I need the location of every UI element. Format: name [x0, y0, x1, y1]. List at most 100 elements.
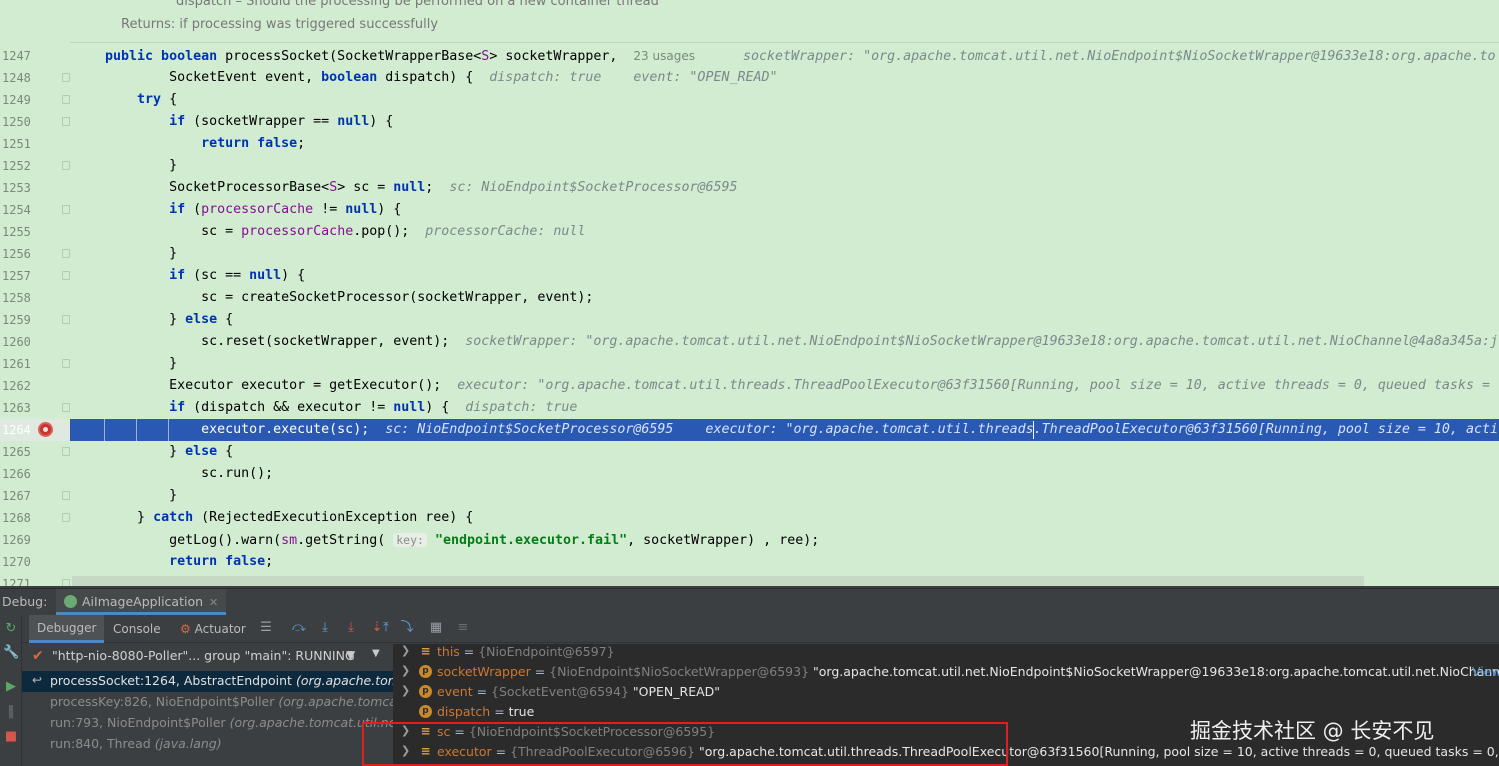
show-execution-point-icon[interactable]: ⤼	[291, 620, 307, 636]
code-line[interactable]: 1269 getLog().warn(sm.getString( key: "e…	[0, 529, 1499, 551]
line-number: 1260	[2, 335, 31, 349]
step-into-icon[interactable]: ⤓	[343, 620, 359, 636]
code-line[interactable]: 1260 sc.reset(socketWrapper, event); soc…	[0, 331, 1499, 353]
debug-actions-rail: ↻ 🔧 ▶ ‖ ■	[0, 615, 22, 766]
fold-marker-icon[interactable]	[62, 403, 70, 412]
breakpoint-icon[interactable]	[38, 422, 53, 437]
code-text: }	[73, 158, 178, 173]
line-number: 1258	[2, 291, 31, 305]
fold-marker-icon[interactable]	[62, 249, 70, 258]
code-line[interactable]: 1261 }	[0, 353, 1499, 375]
fold-marker-icon[interactable]	[62, 161, 70, 170]
variable-row[interactable]: ❯ p socketWrapper = {NioEndpoint$NioSock…	[394, 662, 1499, 682]
line-number: 1251	[2, 137, 31, 151]
frame-method: run:840, Thread	[50, 736, 151, 751]
resume-icon[interactable]: ▶	[3, 679, 19, 695]
code-line[interactable]: 1257 if (sc == null) {	[0, 265, 1499, 287]
frame-package: (org.apache.tomcat.u	[295, 673, 393, 688]
evaluate-expression-icon[interactable]: ▦	[428, 620, 444, 636]
chevron-right-icon[interactable]: ❯	[401, 684, 410, 697]
code-line[interactable]: 1268 } catch (RejectedExecutionException…	[0, 507, 1499, 529]
stack-frame[interactable]: processKey:826, NioEndpoint$Poller (org.…	[22, 692, 393, 713]
line-number: 1266	[2, 467, 31, 481]
fold-marker-icon[interactable]	[62, 117, 70, 126]
tab-actuator-label: Actuator	[194, 622, 246, 636]
code-line[interactable]: 1270 return false;	[0, 551, 1499, 573]
chevron-right-icon[interactable]: ❯	[401, 644, 410, 657]
code-line[interactable]: 1265 } else {	[0, 441, 1499, 463]
stack-frame[interactable]: run:793, NioEndpoint$Poller (org.apache.…	[22, 713, 393, 734]
run-config-tab[interactable]: AiImageApplication ✕	[56, 589, 227, 615]
usages-hint[interactable]: 23 usages	[633, 49, 695, 63]
execution-gutter[interactable]: 1264	[0, 419, 70, 441]
fold-marker-icon[interactable]	[62, 95, 70, 104]
thread-selector[interactable]: ✔ "http-nio-8080-Poller"... group "main"…	[22, 644, 393, 669]
step-over-icon[interactable]: ⤓	[317, 620, 333, 636]
variable-value: "OPEN_READ"	[632, 684, 721, 699]
run-to-cursor-icon[interactable]: ⤵	[399, 620, 415, 636]
chevron-down-icon[interactable]: ▼	[372, 648, 380, 659]
code-line[interactable]: 1249 try {	[0, 89, 1499, 111]
chevron-right-icon[interactable]: ❯	[401, 664, 410, 677]
code-line[interactable]: 1259 } else {	[0, 309, 1499, 331]
fold-marker-icon[interactable]	[62, 447, 70, 456]
code-line[interactable]: 1253 SocketProcessorBase<S> sc = null; s…	[0, 177, 1499, 199]
fold-marker-icon[interactable]	[62, 513, 70, 522]
line-number: 1257	[2, 269, 31, 283]
line-number: 1259	[2, 313, 31, 327]
stack-frame[interactable]: run:840, Thread (java.lang)	[22, 734, 393, 755]
trace-current-stream-icon[interactable]: ≡	[455, 620, 471, 636]
code-line[interactable]: 1255 sc = processorCache.pop(); processo…	[0, 221, 1499, 243]
tab-actuator[interactable]: ⚙ Actuator	[172, 615, 254, 643]
menu-icon[interactable]: ☰	[258, 620, 274, 636]
pause-icon[interactable]: ‖	[3, 704, 19, 720]
code-line[interactable]: 1248 SocketEvent event, boolean dispatch…	[0, 67, 1499, 89]
code-editor[interactable]: dispatch – Should the processing be perf…	[0, 0, 1499, 586]
code-line[interactable]: 1267 }	[0, 485, 1499, 507]
line-number: 1270	[2, 555, 31, 569]
view-link[interactable]: View	[1472, 664, 1499, 679]
fold-marker-icon[interactable]	[62, 315, 70, 324]
code-line[interactable]: 1258 sc = createSocketProcessor(socketWr…	[0, 287, 1499, 309]
code-text: } catch (RejectedExecutionException ree)…	[73, 510, 474, 525]
fold-marker-icon[interactable]	[62, 491, 70, 500]
line-number: 1262	[2, 379, 31, 393]
code-line[interactable]: 1256 }	[0, 243, 1499, 265]
horizontal-scrollbar[interactable]	[72, 576, 1364, 586]
fold-marker-icon[interactable]	[62, 205, 70, 214]
stop-icon[interactable]: ■	[3, 729, 19, 745]
close-icon[interactable]: ✕	[209, 596, 218, 609]
fold-marker-icon[interactable]	[62, 359, 70, 368]
inline-value-hint: sc: NioEndpoint$SocketProcessor@6595 exe…	[385, 422, 1498, 437]
code-line[interactable]: 1247 public boolean processSocket(Socket…	[0, 45, 1499, 67]
tab-debugger[interactable]: Debugger	[29, 615, 105, 643]
code-line[interactable]: 1251 return false;	[0, 133, 1499, 155]
parameter-icon: p	[419, 705, 432, 718]
variable-row[interactable]: ❯ ≡ this = {NioEndpoint@6597}	[394, 644, 1499, 662]
line-number: 1267	[2, 489, 31, 503]
code-line[interactable]: 1266 sc.run();	[0, 463, 1499, 485]
stack-frame[interactable]: ↩ processSocket:1264, AbstractEndpoint (…	[22, 671, 393, 692]
settings-wrench-icon[interactable]: 🔧	[3, 645, 19, 661]
code-line[interactable]: 1254 if (processorCache != null) {	[0, 199, 1499, 221]
variable-row[interactable]: ❯ p event = {SocketEvent@6594} "OPEN_REA…	[394, 682, 1499, 702]
code-text: SocketEvent event, boolean dispatch) { d…	[73, 70, 778, 85]
rerun-icon[interactable]: ↻	[3, 621, 19, 637]
code-line[interactable]: 1263 if (dispatch && executor != null) {…	[0, 397, 1499, 419]
code-line[interactable]: 1250 if (socketWrapper == null) {	[0, 111, 1499, 133]
step-out-arrow-icon[interactable]: ⤒	[378, 620, 394, 636]
tab-console[interactable]: Console	[105, 615, 169, 643]
code-text: executor.execute(sc); sc: NioEndpoint$So…	[73, 422, 1498, 437]
thread-name: "http-nio-8080-Poller"... group "main": …	[52, 648, 355, 663]
code-line[interactable]: 1252 }	[0, 155, 1499, 177]
fold-marker-icon[interactable]	[62, 271, 70, 280]
line-number: 1256	[2, 247, 31, 261]
code-text: return false;	[201, 136, 306, 151]
watermark: 掘金技术社区 @ 长安不见	[1190, 719, 1435, 743]
filter-icon[interactable]: ▼	[346, 648, 355, 662]
fold-marker-icon[interactable]	[62, 579, 70, 586]
fold-marker-icon[interactable]	[62, 73, 70, 82]
code-line[interactable]: 1262 Executor executor = getExecutor(); …	[0, 375, 1499, 397]
current-execution-line[interactable]: 1264 executor.execute(sc); sc: NioEndpoi…	[0, 419, 1499, 441]
variable-value: true	[508, 704, 535, 719]
